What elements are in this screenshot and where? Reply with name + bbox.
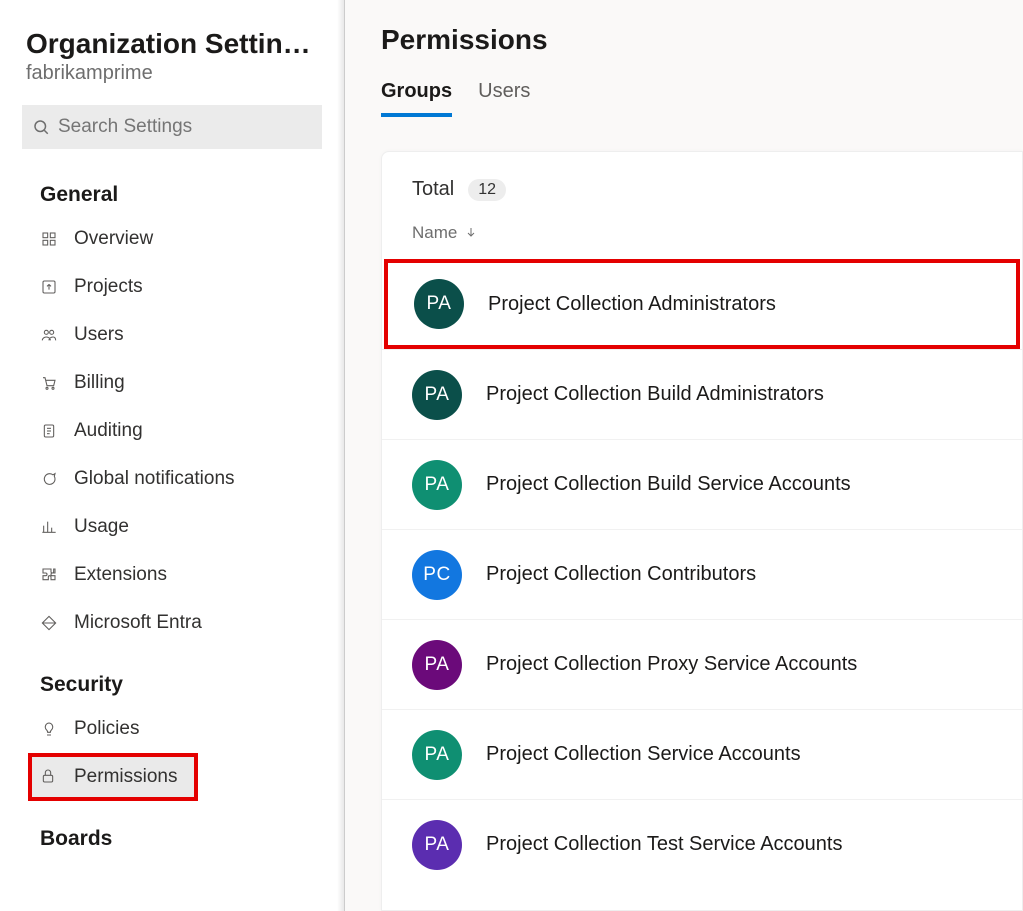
group-row[interactable]: PA Project Collection Build Service Acco…: [382, 439, 1022, 529]
avatar: PA: [412, 820, 462, 870]
page-title: Permissions: [381, 24, 987, 56]
group-name: Project Collection Service Accounts: [486, 743, 801, 766]
groups-list: PA Project Collection Administrators PA …: [382, 257, 1022, 910]
group-name: Project Collection Build Administrators: [486, 383, 824, 406]
avatar: PC: [412, 550, 462, 600]
nav-label: Permissions: [74, 766, 177, 788]
organization-name: fabrikamprime: [26, 62, 318, 85]
nav-label: Global notifications: [74, 468, 318, 490]
users-icon: [40, 326, 58, 344]
total-count: 12: [468, 179, 506, 201]
clipboard-icon: [40, 422, 58, 440]
search-settings-input[interactable]: [58, 116, 312, 138]
group-row[interactable]: PA Project Collection Service Accounts: [382, 709, 1022, 799]
group-name: Project Collection Test Service Accounts: [486, 833, 842, 856]
nav-label: Usage: [74, 516, 318, 538]
avatar: PA: [412, 640, 462, 690]
avatar: PA: [412, 730, 462, 780]
group-name: Project Collection Proxy Service Account…: [486, 653, 857, 676]
nav-billing[interactable]: Billing: [0, 359, 344, 407]
panel-summary: Total 12: [382, 152, 1022, 213]
section-boards-label: Boards: [0, 801, 344, 859]
cart-icon: [40, 374, 58, 392]
group-name: Project Collection Administrators: [488, 293, 776, 316]
avatar: PA: [414, 279, 464, 329]
diamond-icon: [40, 614, 58, 632]
tab-groups[interactable]: Groups: [381, 80, 452, 117]
group-name: Project Collection Contributors: [486, 563, 756, 586]
column-header-name[interactable]: Name: [382, 213, 1022, 257]
permissions-panel: Total 12 Name PA Project Collection Admi…: [381, 151, 1023, 911]
lock-icon: [40, 768, 58, 786]
nav-label: Auditing: [74, 420, 318, 442]
nav-policies[interactable]: Policies: [0, 705, 344, 753]
bulb-icon: [40, 720, 58, 738]
group-name: Project Collection Build Service Account…: [486, 473, 851, 496]
avatar: PA: [412, 460, 462, 510]
upload-icon: [40, 278, 58, 296]
grid-icon: [40, 230, 58, 248]
chat-icon: [40, 470, 58, 488]
nav-label: Policies: [74, 718, 318, 740]
tab-users[interactable]: Users: [478, 80, 530, 117]
sort-down-icon: [465, 223, 477, 243]
sidebar: Organization Settin… fabrikamprime Gener…: [0, 0, 345, 911]
nav-global-notifications[interactable]: Global notifications: [0, 455, 344, 503]
search-icon: [32, 118, 50, 136]
group-row-administrators[interactable]: PA Project Collection Administrators: [384, 259, 1020, 349]
main-content: Permissions Groups Users Total 12 Name P…: [345, 0, 1023, 911]
nav-users[interactable]: Users: [0, 311, 344, 359]
column-label: Name: [412, 223, 457, 243]
nav-microsoft-entra[interactable]: Microsoft Entra: [0, 599, 344, 647]
sidebar-header: Organization Settin… fabrikamprime: [0, 20, 344, 87]
total-label: Total: [412, 178, 454, 201]
search-settings-box[interactable]: [22, 105, 322, 149]
chart-icon: [40, 518, 58, 536]
puzzle-icon: [40, 566, 58, 584]
tabs: Groups Users: [381, 80, 987, 117]
nav-extensions[interactable]: Extensions: [0, 551, 344, 599]
nav-label: Overview: [74, 228, 318, 250]
nav-usage[interactable]: Usage: [0, 503, 344, 551]
avatar: PA: [412, 370, 462, 420]
section-security-label: Security: [0, 647, 344, 705]
nav-overview[interactable]: Overview: [0, 215, 344, 263]
group-row[interactable]: PC Project Collection Contributors: [382, 529, 1022, 619]
organization-settings-title: Organization Settin…: [26, 28, 318, 60]
group-row[interactable]: PA Project Collection Build Administrato…: [382, 349, 1022, 439]
nav-label: Users: [74, 324, 318, 346]
nav-label: Extensions: [74, 564, 318, 586]
section-general-label: General: [0, 157, 344, 215]
nav-auditing[interactable]: Auditing: [0, 407, 344, 455]
nav-permissions[interactable]: Permissions: [28, 753, 198, 801]
main-header: Permissions Groups Users: [345, 0, 1023, 117]
nav-label: Projects: [74, 276, 318, 298]
nav-label: Microsoft Entra: [74, 612, 318, 634]
group-row[interactable]: PA Project Collection Test Service Accou…: [382, 799, 1022, 889]
nav-label: Billing: [74, 372, 318, 394]
group-row[interactable]: PA Project Collection Proxy Service Acco…: [382, 619, 1022, 709]
nav-projects[interactable]: Projects: [0, 263, 344, 311]
